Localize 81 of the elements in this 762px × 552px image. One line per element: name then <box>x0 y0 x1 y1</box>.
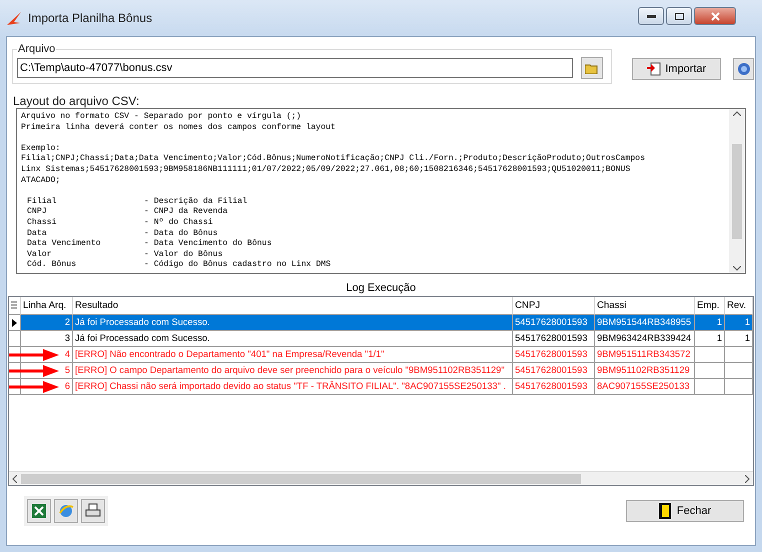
layout-text-area[interactable] <box>16 108 746 274</box>
row-pointer-icon <box>12 318 17 326</box>
field-name: Cód. Bônus <box>27 260 78 271</box>
table-cell: 54517628001593 <box>513 315 595 331</box>
table-cell: [ERRO] O campo Departamento do arquivo deve ser preenchido para o veículo "9BM951102RB351129" <box>73 363 513 379</box>
folder-icon <box>585 62 599 74</box>
file-path-field[interactable]: C:\Temp\auto-47077\bonus.csv <box>17 58 573 78</box>
text-line: ATACADO; <box>21 176 62 186</box>
open-folder-button[interactable] <box>581 57 603 79</box>
document-arrow-icon <box>647 62 662 76</box>
close-icon <box>710 12 720 20</box>
text-line: Arquivo no formato CSV - Separado por ponto e vírgula (;) <box>21 112 302 123</box>
table-cell: Já foi Processado com Sucesso. <box>73 315 513 331</box>
vertical-scrollbar[interactable] <box>729 109 745 273</box>
table-cell: 8AC907155SE250133 <box>595 379 695 395</box>
field-description: - Nº do Chassi <box>144 218 214 229</box>
field-name: Chassi <box>27 218 58 229</box>
printer-icon <box>85 503 101 519</box>
table-cell: Já foi Processado com Sucesso. <box>73 331 513 347</box>
field-description: - Data do Bônus <box>144 228 219 239</box>
app-logo-icon <box>6 10 22 26</box>
import-button[interactable]: Importar <box>632 58 722 80</box>
group-label: Layout do arquivo CSV: <box>12 94 140 108</box>
field-description: - Valor do Bônus <box>144 250 224 260</box>
table-cell: 1 <box>695 331 725 347</box>
table-cell: 54517628001593 <box>513 331 595 347</box>
group-label: Arquivo <box>17 43 56 55</box>
scroll-up-icon <box>733 111 741 116</box>
column-header[interactable]: Chassi <box>595 297 695 315</box>
table-cell: 54517628001593 <box>513 347 595 363</box>
help-icon <box>736 62 751 76</box>
table-cell: 9BM951102RB351129 <box>595 363 695 379</box>
minimize-button[interactable] <box>638 7 664 25</box>
table-cell: 9BM951544RB348955 <box>595 315 695 331</box>
table-cell: 1 <box>695 315 725 331</box>
text-line: Primeira linha deverá conter os nomes dos campos conforme layout <box>21 122 336 134</box>
field-name: Filial <box>27 196 58 208</box>
maximize-button[interactable] <box>666 7 692 25</box>
table-cell: 1 <box>725 315 753 331</box>
horizontal-scrollbar[interactable] <box>9 471 753 485</box>
table-cell: 2 <box>21 315 73 331</box>
log-title: Log Execução <box>345 282 417 294</box>
field-name: Data Vencimento <box>27 239 102 250</box>
minimize-icon <box>646 14 656 18</box>
column-header[interactable]: CNPJ <box>513 297 595 315</box>
table-cell: 3 <box>21 331 73 347</box>
column-header[interactable]: Emp. <box>695 297 725 315</box>
maximize-icon <box>674 12 684 20</box>
scroll-right-icon <box>745 474 750 482</box>
help-button[interactable] <box>733 58 754 80</box>
field-description: - Data Vencimento do Bônus <box>144 239 273 250</box>
column-header[interactable]: Rev. <box>725 297 753 315</box>
door-icon <box>658 503 671 519</box>
field-name: Data <box>27 228 48 240</box>
table-cell: 1 <box>725 331 753 347</box>
scroll-left-icon <box>12 474 17 482</box>
scroll-down-icon <box>733 266 741 271</box>
column-header[interactable]: Linha Arq. <box>21 297 73 315</box>
field-name: Valor <box>27 250 53 260</box>
table-cell: [ERRO] Não encontrado o Departamento "401" na Empresa/Revenda "1/1" <box>73 347 513 363</box>
text-line: Filial;CNPJ;Chassi;Data;Data Vencimento;Valor;Cód.Bônus;NumeroNotificação;CNPJ Cli./Forn.;Produto;DescriçãoProduto;OutrosCampos <box>21 154 646 165</box>
column-menu-icon[interactable] <box>9 297 21 315</box>
table-cell: [ERRO] Chassi não será importado devido ao status "TF - TRÂNSITO FILIAL". "8AC907155SE250133" . <box>73 379 513 395</box>
field-description: - Código do Bônus cadastro no Linx DMS <box>144 260 332 271</box>
field-description: - Descrição da Filial <box>144 196 248 207</box>
text-line: Exemplo: <box>21 144 62 154</box>
close-window-button[interactable]: Fechar <box>626 500 744 522</box>
table-cell: 54517628001593 <box>513 379 595 395</box>
text-line: Linx Sistemas;54517628001593;9BM958186NB111111;01/07/2022;05/09/2022;27.061,08;60;1508216346;54517628001593;QU51020011;BONUS <box>21 164 632 176</box>
table-cell: 54517628001593 <box>513 363 595 379</box>
print-button[interactable] <box>81 499 105 523</box>
table-cell: 9BM951511RB343572 <box>595 347 695 363</box>
field-name: CNPJ <box>27 207 48 218</box>
globe-icon <box>58 503 74 519</box>
column-header[interactable]: Resultado <box>73 297 513 315</box>
spreadsheet-icon <box>31 503 47 519</box>
spreadsheet-export-button[interactable] <box>27 499 51 523</box>
close-button[interactable] <box>694 7 736 25</box>
table-cell: 9BM963424RB339424 <box>595 331 695 347</box>
window-title: Importa Planilha Bônus <box>28 11 154 25</box>
field-description: - CNPJ da Revenda <box>144 207 229 218</box>
